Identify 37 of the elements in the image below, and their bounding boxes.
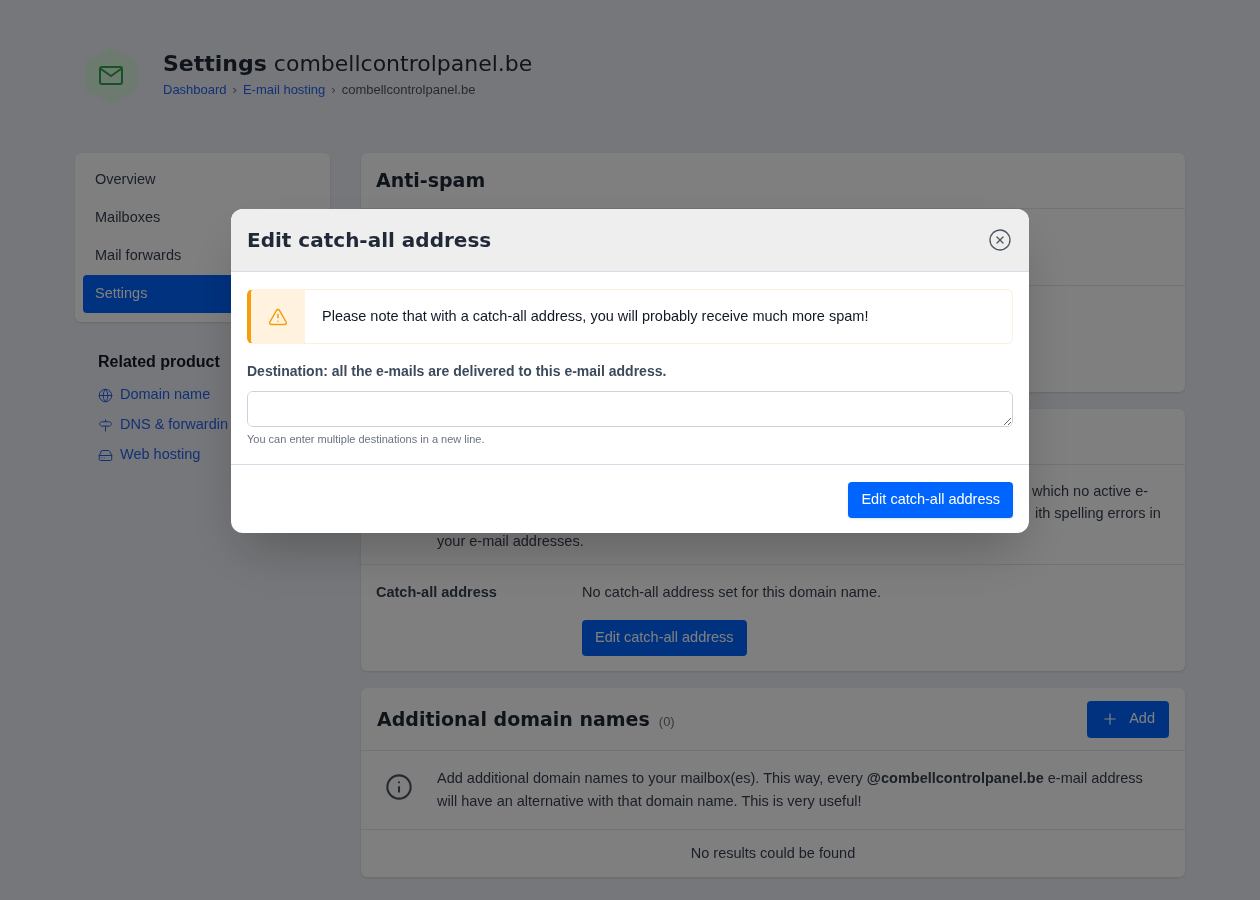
empty-state-text: No results could be found xyxy=(690,843,856,863)
destination-field[interactable] xyxy=(247,391,1013,427)
modal-title: Edit catch-all address xyxy=(247,227,492,254)
globe-icon xyxy=(98,387,113,403)
related-link[interactable]: Web hosting xyxy=(120,444,201,466)
submit-button[interactable]: Edit catch-all address xyxy=(848,482,1013,518)
description-text: which no active e- xyxy=(1032,482,1149,501)
card-title: Anti-spam xyxy=(376,168,486,194)
description-text: your e-mail addresses. xyxy=(437,532,584,551)
sidebar-item[interactable]: Overview xyxy=(83,161,322,199)
drive-icon xyxy=(98,447,113,463)
card-title: Additional domain names xyxy=(377,706,650,732)
info-text: Add additional domain names to your mailbox(es). This way, every @combellcontrolpanel.be e-mail address will have an alternative with that domain name. This is very useful! xyxy=(437,769,1144,811)
related-link[interactable]: Domain name xyxy=(120,384,211,406)
field-label: Destination: all the e-mails are delivered to this e-mail address. xyxy=(247,362,667,381)
warning-icon xyxy=(268,306,288,327)
add-button[interactable]: Add xyxy=(1087,700,1169,738)
breadcrumb-separator: › xyxy=(231,81,238,99)
breadcrumb-separator: › xyxy=(330,81,337,99)
description-text: ith spelling errors in xyxy=(1035,504,1161,523)
breadcrumb-link[interactable]: E-mail hosting xyxy=(242,81,326,99)
edit-catch-all-button[interactable]: Edit catch-all address xyxy=(582,620,747,656)
alert-text: Please note that with a catch-all address, you will probably receive much more spam! xyxy=(322,306,869,326)
field-value: No catch-all address set for this domain name. xyxy=(582,583,881,602)
signpost-icon xyxy=(98,417,113,433)
field-label: Catch-all address xyxy=(376,584,497,600)
page-title: Settings combellcontrolpanel.be xyxy=(163,50,533,78)
breadcrumb-link[interactable]: Dashboard xyxy=(163,81,227,99)
hint-text: You can enter multiple destinations in a new line. xyxy=(247,432,485,447)
related-link[interactable]: DNS & forwardin xyxy=(120,414,228,436)
count-label: (0) xyxy=(658,712,675,731)
related-heading: Related product xyxy=(98,352,220,372)
breadcrumb-current: combellcontrolpanel.be xyxy=(341,81,476,99)
envelope-icon xyxy=(85,48,137,104)
info-icon xyxy=(385,773,413,801)
close-button[interactable] xyxy=(988,228,1012,252)
close-icon xyxy=(988,228,1012,252)
